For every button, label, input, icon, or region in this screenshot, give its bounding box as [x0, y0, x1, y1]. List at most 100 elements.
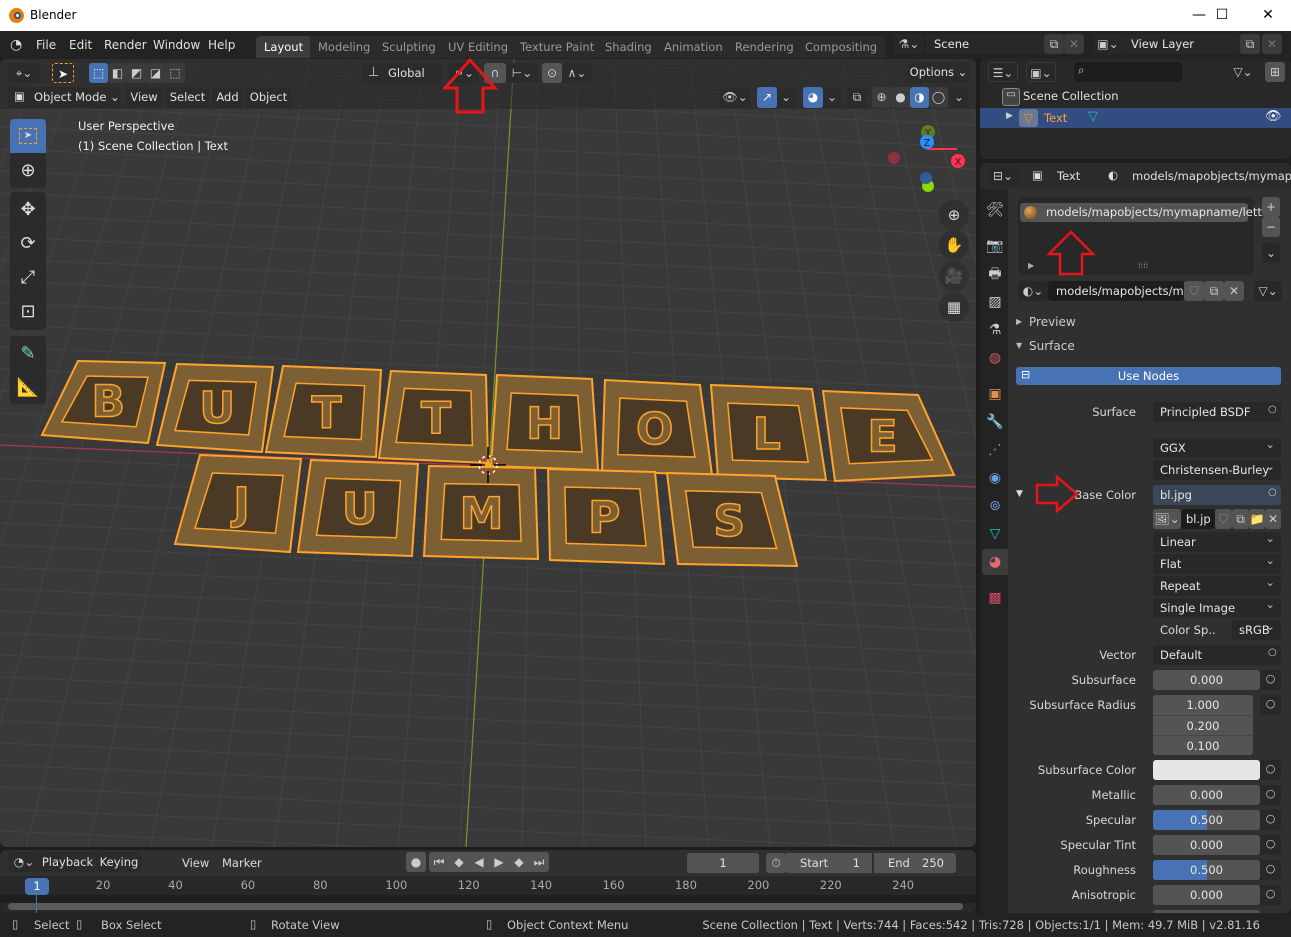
- tool-annotate-icon[interactable]: ✎: [10, 336, 46, 370]
- menu-file[interactable]: File: [36, 38, 56, 52]
- tool-measure-icon[interactable]: 📐: [10, 370, 46, 404]
- tool-move-icon[interactable]: ✥: [10, 192, 46, 226]
- playhead-frame[interactable]: 1: [25, 878, 49, 895]
- browse-image-icon[interactable]: 🖼⌄: [1153, 509, 1181, 529]
- tab-rendering[interactable]: Rendering: [727, 36, 802, 58]
- visibility-selectability-icon[interactable]: 👁⌄: [720, 87, 750, 108]
- slot-expand-icon[interactable]: ▶: [1028, 261, 1034, 270]
- delete-scene-icon[interactable]: ✕: [1064, 34, 1084, 54]
- outliner-row-text[interactable]: ▶ ▽ Text ▽ 👁: [980, 108, 1291, 128]
- tab-modifiers-icon[interactable]: 🔧: [982, 409, 1008, 435]
- select-mode-new-icon[interactable]: ⬚: [89, 63, 108, 83]
- shading-options-icon[interactable]: ⌄: [949, 87, 969, 108]
- list-resize-handle[interactable]: ⁞⁞⁞⁞: [1138, 261, 1148, 270]
- open-image-icon[interactable]: 📁: [1249, 509, 1265, 529]
- material-specials-button[interactable]: ⌄: [1262, 243, 1280, 263]
- tab-sculpting[interactable]: Sculpting: [374, 36, 444, 58]
- remove-material-slot-button[interactable]: −: [1262, 217, 1280, 237]
- subsurface-radius-y[interactable]: 0.200: [1153, 715, 1253, 735]
- 3d-viewport[interactable]: BUTTHOLEJUMPS ⌖⌄ ➤ ⬚ ◧ ◩ ◪ ⬚ Global ⊥ ⚭⌄…: [0, 59, 976, 847]
- new-view-layer-icon[interactable]: ⧉: [1240, 34, 1260, 54]
- start-frame-field[interactable]: Start 1: [786, 853, 872, 873]
- maximize-button[interactable]: ☐: [1199, 0, 1245, 31]
- tab-output-icon[interactable]: 🖶: [982, 261, 1008, 287]
- surface-panel-arrow-icon[interactable]: ▼: [1016, 341, 1022, 350]
- outliner-search-input[interactable]: [1074, 62, 1182, 82]
- shading-wireframe-icon[interactable]: ⊕: [872, 87, 891, 108]
- tab-layout[interactable]: Layout: [256, 36, 312, 58]
- shading-solid-icon[interactable]: ●: [891, 87, 910, 108]
- expand-arrow-icon[interactable]: ▶: [1006, 111, 1013, 121]
- image-fake-user-icon[interactable]: ⛉: [1215, 509, 1232, 529]
- surface-socket-icon[interactable]: ○: [1268, 404, 1277, 415]
- end-frame-field[interactable]: End 250: [874, 853, 956, 873]
- record-keyframes-icon[interactable]: ●: [406, 852, 426, 872]
- material-slot-item[interactable]: models/mapobjects/mymapname/lett..: [1020, 203, 1269, 222]
- add-menu[interactable]: Add: [212, 87, 243, 108]
- browse-material-icon[interactable]: ◐⌄: [1018, 281, 1048, 301]
- menu-window[interactable]: Window: [153, 38, 200, 52]
- view-layer-filter-icon[interactable]: ▣⌄: [1026, 62, 1056, 82]
- specular-slider[interactable]: 0.500: [1153, 810, 1260, 830]
- pan-view-icon[interactable]: ✋: [939, 230, 969, 260]
- metallic-slider[interactable]: 0.000: [1153, 785, 1260, 805]
- roughness-slider[interactable]: 0.500: [1153, 860, 1260, 880]
- close-button[interactable]: ✕: [1245, 0, 1291, 31]
- tab-uv-editing[interactable]: UV Editing: [440, 36, 516, 58]
- scene-collection-label[interactable]: Scene Collection: [1023, 89, 1119, 103]
- keying-menu[interactable]: Keying ⌄: [96, 852, 142, 889]
- current-frame-field[interactable]: 1: [687, 853, 759, 873]
- subsurface-radius-x[interactable]: 1.000: [1153, 695, 1253, 715]
- tab-view-layer-icon[interactable]: ▨: [982, 289, 1008, 315]
- filter-icon[interactable]: ▽⌄: [1228, 62, 1258, 82]
- proportional-falloff-icon[interactable]: ∧⌄: [562, 63, 592, 83]
- duplicate-material-icon[interactable]: ⧉: [1204, 281, 1224, 301]
- options-dropdown[interactable]: Options ⌄: [907, 62, 970, 83]
- tool-transform-icon[interactable]: ⊡: [10, 294, 46, 328]
- material-name-field[interactable]: models/mapobjects/my..: [1048, 281, 1184, 301]
- tab-tool-icon[interactable]: 🛠: [982, 197, 1008, 223]
- tab-texture-paint[interactable]: Texture Paint: [512, 36, 603, 58]
- select-mode-invert-icon[interactable]: ◪: [146, 63, 165, 83]
- new-collection-icon[interactable]: ⊞: [1265, 62, 1285, 82]
- camera-view-icon[interactable]: 🎥: [939, 261, 969, 291]
- outliner-item-name[interactable]: Text: [1044, 111, 1067, 125]
- visibility-eye-icon[interactable]: 👁: [1265, 109, 1282, 124]
- base-color-expand-icon[interactable]: ▼: [1016, 489, 1023, 499]
- xray-toggle-icon[interactable]: ⧉: [847, 87, 867, 108]
- tool-cursor-icon[interactable]: ⊕: [10, 153, 46, 187]
- ortho-toggle-icon[interactable]: ▦: [939, 292, 969, 322]
- tab-constraints-icon[interactable]: ⊚: [982, 493, 1008, 519]
- shading-rendered-icon[interactable]: ◯: [929, 87, 948, 108]
- source-dropdown[interactable]: Single Image: [1153, 594, 1281, 618]
- subsurface-slider[interactable]: 0.000: [1153, 670, 1260, 690]
- gizmo-dropdown-icon[interactable]: ⌄: [777, 87, 795, 108]
- play-reverse-icon[interactable]: ◀: [469, 852, 489, 872]
- duplicate-image-icon[interactable]: ⧉: [1232, 509, 1249, 529]
- editor-type-icon[interactable]: ⌖⌄: [8, 63, 40, 83]
- view-layer-selector-icon[interactable]: ▣⌄: [1093, 34, 1123, 54]
- subsurface-radius-z[interactable]: 0.100: [1153, 735, 1253, 755]
- interpolation-dropdown[interactable]: Linear: [1153, 528, 1281, 552]
- add-material-slot-button[interactable]: +: [1262, 197, 1280, 217]
- distribution-dropdown[interactable]: GGX: [1153, 434, 1281, 458]
- select-mode-extend-icon[interactable]: ◧: [108, 63, 127, 83]
- object-menu[interactable]: Object: [246, 87, 291, 108]
- subsurface-color-socket-icon[interactable]: ○: [1260, 760, 1281, 780]
- tool-scale-icon[interactable]: ⤢: [10, 260, 46, 294]
- properties-editor-type-icon[interactable]: ⊟⌄: [988, 166, 1018, 186]
- tab-texture-icon[interactable]: ▩: [982, 585, 1008, 611]
- subsurface-color-swatch[interactable]: [1153, 760, 1260, 780]
- display-mode-icon[interactable]: ☰⌄: [988, 62, 1018, 82]
- tab-animation[interactable]: Animation: [656, 36, 731, 58]
- unlink-image-icon[interactable]: ✕: [1265, 509, 1281, 529]
- projection-dropdown[interactable]: Flat: [1153, 550, 1281, 574]
- roughness-socket-icon[interactable]: ○: [1260, 860, 1281, 880]
- timeline-scrollbar[interactable]: [8, 903, 963, 910]
- anisotropic-slider[interactable]: 0.000: [1153, 885, 1260, 905]
- unlink-material-icon[interactable]: ✕: [1224, 281, 1244, 301]
- surface-panel-header[interactable]: Surface: [1029, 339, 1075, 353]
- navigation-gizmo[interactable]: Y Z X: [880, 119, 970, 199]
- preview-range-icon[interactable]: ⏱: [766, 853, 786, 873]
- vector-field[interactable]: Default: [1153, 645, 1281, 665]
